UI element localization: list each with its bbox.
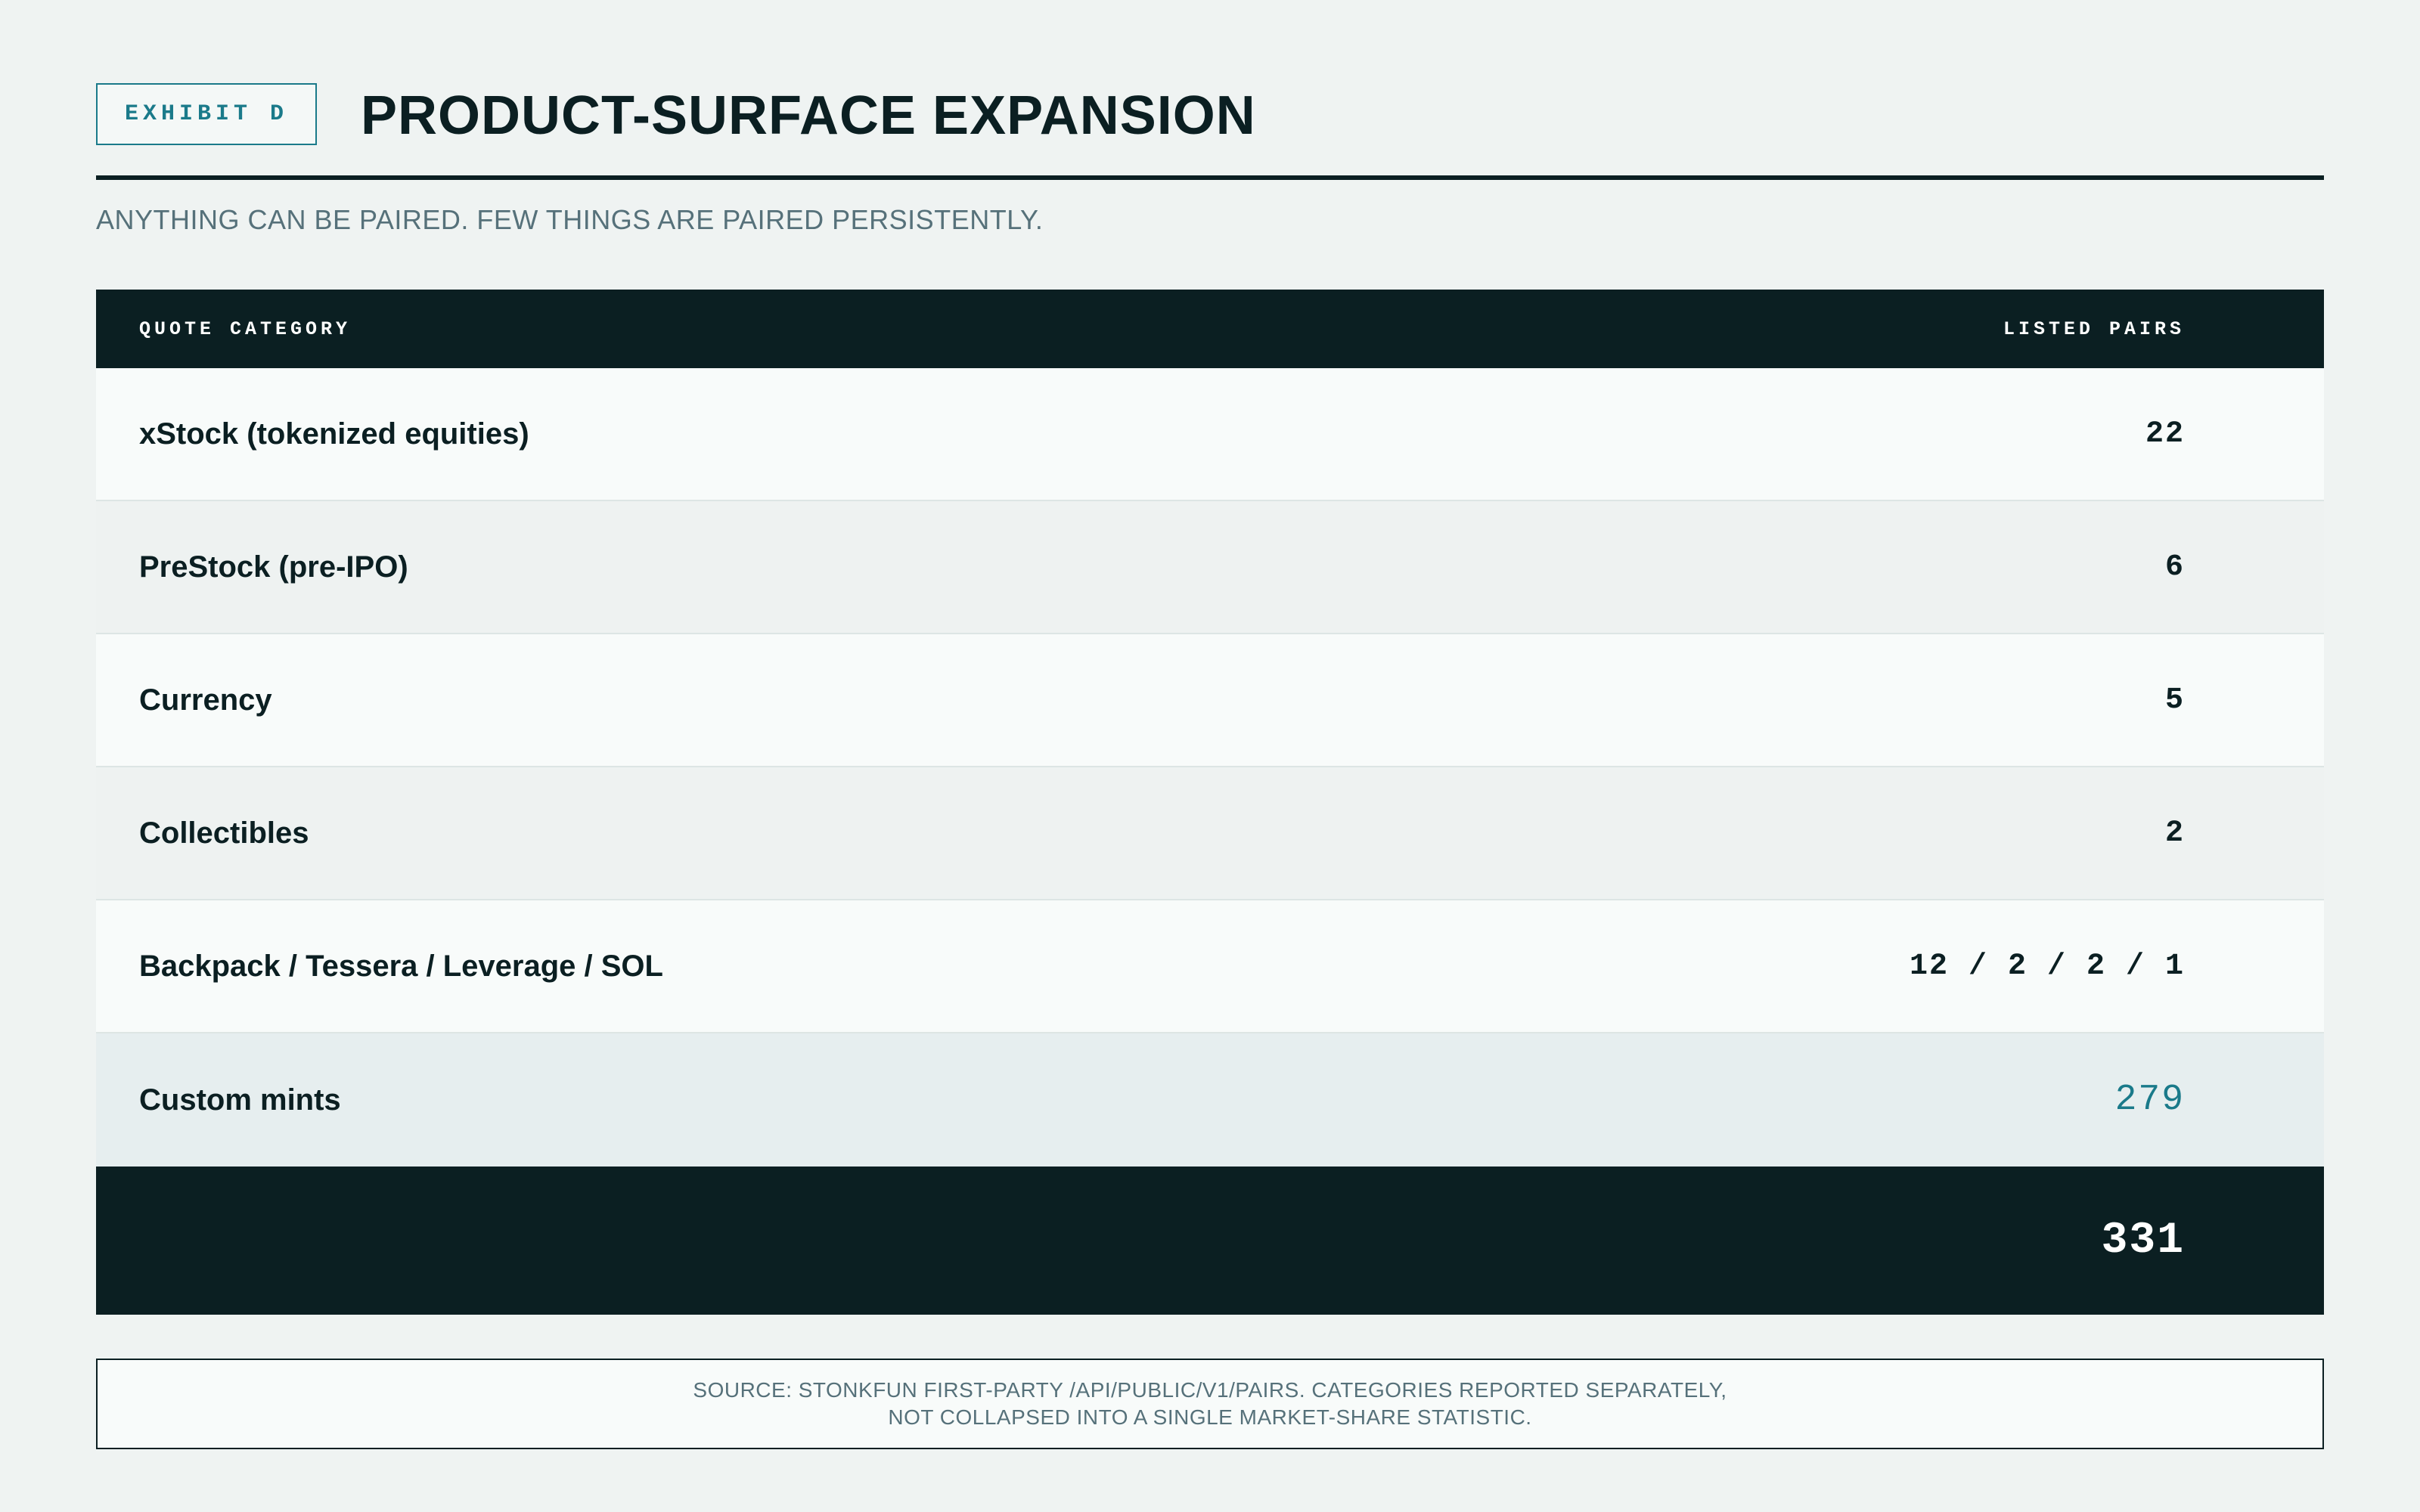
exhibit-badge: EXHIBIT D bbox=[96, 83, 317, 145]
row-label: Currency bbox=[139, 683, 272, 717]
table-row-highlight: Custom mints 279 bbox=[96, 1033, 2324, 1167]
table-row: Collectibles 2 bbox=[96, 767, 2324, 900]
row-value: 12 / 2 / 2 / 1 bbox=[1909, 949, 2185, 984]
total-value: 331 bbox=[2101, 1216, 2185, 1266]
row-value: 279 bbox=[2114, 1080, 2185, 1120]
table-row: PreStock (pre-IPO) 6 bbox=[96, 501, 2324, 634]
source-line-2: NOT COLLAPSED INTO A SINGLE MARKET-SHARE… bbox=[888, 1405, 1532, 1429]
table-header: QUOTE CATEGORY LISTED PAIRS bbox=[96, 290, 2324, 368]
page-title: PRODUCT-SURFACE EXPANSION bbox=[361, 85, 1256, 146]
row-value: 2 bbox=[2164, 816, 2185, 850]
row-value: 22 bbox=[2145, 417, 2185, 451]
column-header-category: QUOTE CATEGORY bbox=[139, 318, 352, 340]
pairs-table: QUOTE CATEGORY LISTED PAIRS xStock (toke… bbox=[96, 290, 2324, 1315]
table-total-row: 331 bbox=[96, 1167, 2324, 1315]
exhibit-page: EXHIBIT D PRODUCT-SURFACE EXPANSION ANYT… bbox=[0, 0, 2420, 1512]
row-label: Collectibles bbox=[139, 816, 309, 850]
row-label: Backpack / Tessera / Leverage / SOL bbox=[139, 949, 663, 983]
source-note: SOURCE: STONKFUN FIRST-PARTY /API/PUBLIC… bbox=[96, 1359, 2324, 1449]
title-divider bbox=[96, 175, 2324, 180]
row-label: xStock (tokenized equities) bbox=[139, 417, 529, 451]
page-subtitle: ANYTHING CAN BE PAIRED. FEW THINGS ARE P… bbox=[96, 204, 1044, 235]
header: EXHIBIT D PRODUCT-SURFACE EXPANSION bbox=[96, 83, 2324, 178]
table-row: Backpack / Tessera / Leverage / SOL 12 /… bbox=[96, 900, 2324, 1033]
row-label: Custom mints bbox=[139, 1083, 341, 1117]
table-row: xStock (tokenized equities) 22 bbox=[96, 368, 2324, 501]
row-label: PreStock (pre-IPO) bbox=[139, 550, 408, 584]
column-header-pairs: LISTED PAIRS bbox=[2003, 318, 2185, 340]
row-value: 5 bbox=[2164, 683, 2185, 717]
table-row: Currency 5 bbox=[96, 634, 2324, 767]
source-line-1: SOURCE: STONKFUN FIRST-PARTY /API/PUBLIC… bbox=[693, 1378, 1727, 1402]
row-value: 6 bbox=[2164, 550, 2185, 584]
